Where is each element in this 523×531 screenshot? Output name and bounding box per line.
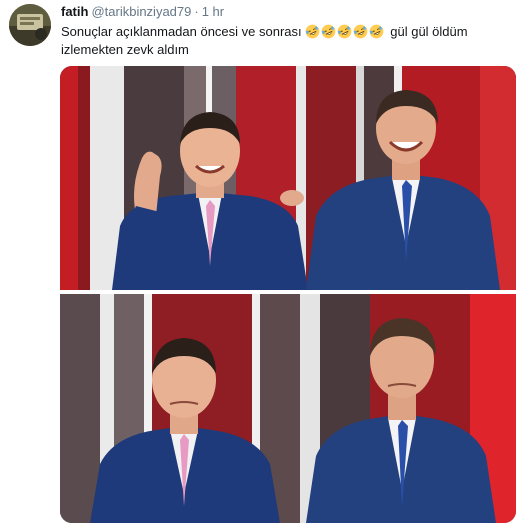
avatar[interactable] (9, 4, 51, 46)
rolling-on-floor-laughing-icon (305, 24, 319, 39)
rolling-on-floor-laughing-icon (337, 24, 351, 39)
author-name[interactable]: fatih (61, 4, 88, 19)
separator-dot: · (194, 4, 199, 19)
tweet-text: Sonuçlar açıklanmadan öncesi ve sonrası … (61, 23, 511, 59)
rolling-on-floor-laughing-icon (321, 24, 335, 39)
rolling-on-floor-laughing-icon (369, 24, 383, 39)
timestamp[interactable]: 1 hr (202, 4, 224, 19)
media-photo-before[interactable] (60, 66, 516, 290)
rolling-on-floor-laughing-icon (353, 24, 367, 39)
tweet[interactable]: fatih @tarikbinziyad79 · 1 hr Sonuçlar açık… (0, 0, 523, 531)
media-photo-after[interactable] (60, 294, 516, 523)
tweet-media[interactable] (60, 66, 516, 523)
tweet-text-before-emoji: Sonuçlar açıklanmadan öncesi ve sonrası (61, 24, 302, 39)
emoji-row (305, 24, 384, 39)
tweet-header: fatih @tarikbinziyad79 · 1 hr (61, 4, 224, 20)
author-handle[interactable]: @tarikbinziyad79 (91, 4, 191, 19)
